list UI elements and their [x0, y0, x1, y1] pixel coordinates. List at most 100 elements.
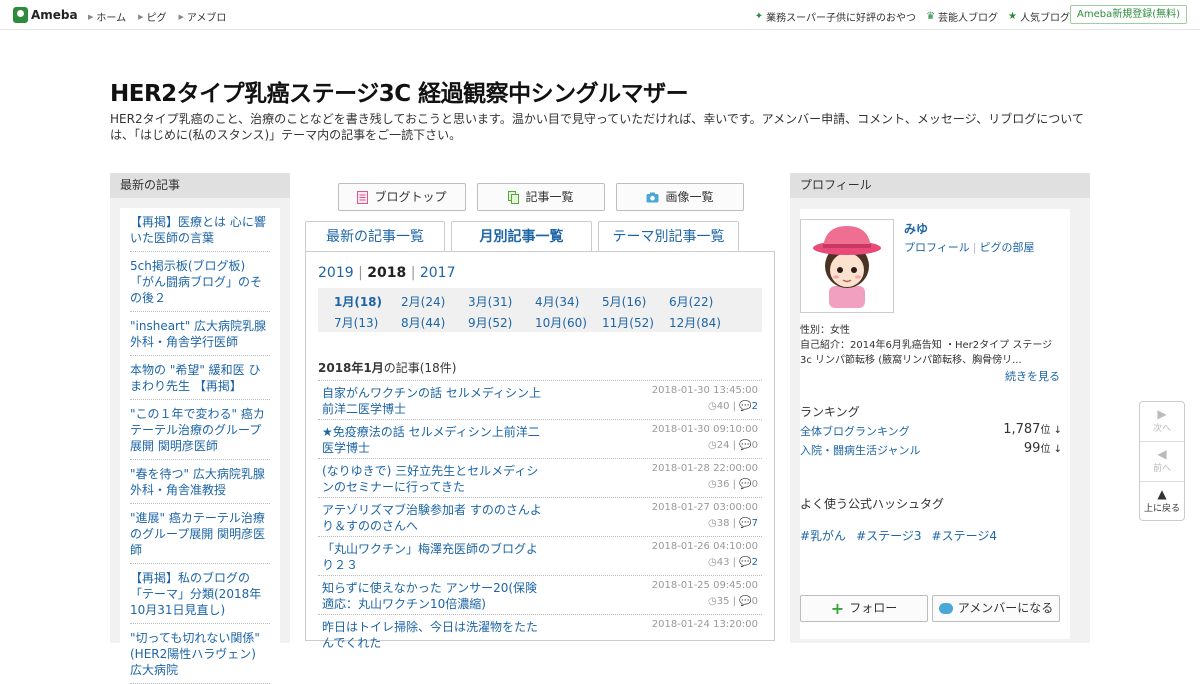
- read-more-link[interactable]: 続きを見る: [1005, 368, 1060, 384]
- top-link-snack[interactable]: ✦ 業務スーパー子供に好評のおやつ: [755, 9, 916, 24]
- year-link[interactable]: 2017: [420, 265, 456, 281]
- month-link[interactable]: 10月(60): [535, 314, 602, 333]
- follow-button[interactable]: + フォロー: [800, 595, 928, 622]
- month-link[interactable]: 11月(52): [602, 314, 669, 333]
- article-row: 昨日はトイレ掃除、今日は洗濯物をたたんでくれた 2018-01-24 13:20…: [318, 614, 762, 653]
- amember-button[interactable]: アメンバーになる: [932, 595, 1060, 622]
- ameba-logo-icon: [13, 7, 28, 23]
- article-list-tabs: 最新の記事一覧 月別記事一覧 テーマ別記事一覧: [305, 221, 739, 253]
- article-title-link[interactable]: 知らずに使えなかった アンサー20(保険適応：丸山ワクチン10倍濃縮): [322, 580, 547, 612]
- avatar[interactable]: [800, 219, 894, 313]
- hashtag-link[interactable]: #乳がん: [800, 527, 846, 544]
- recent-article-link[interactable]: 本物の "希望" 緩和医 ひまわり先生 【再掲】: [130, 356, 270, 400]
- hashtag-link[interactable]: #ステージ3: [856, 527, 921, 544]
- recent-article-link[interactable]: "切っても切れない関係" (HER2陽性ハラヴェン) 広大病院: [130, 624, 270, 684]
- comment-icon: 💬: [739, 440, 752, 451]
- article-title-link[interactable]: 自家がんワクチンの話 セルメディシン上前洋二医学博士: [322, 385, 547, 417]
- profile-sidebar: プロフィール みゆ プロフィール | ピグの部屋 性別：女性 自己紹介：2014…: [790, 173, 1090, 643]
- camera-icon: [646, 192, 659, 202]
- views-icon: ◷: [707, 557, 717, 568]
- nav-pigg[interactable]: ▶ ピグ: [138, 9, 166, 25]
- document-icon: [357, 190, 369, 204]
- recent-article-link[interactable]: 【再掲】医療とは 心に響いた医師の言葉: [130, 208, 270, 252]
- month-link[interactable]: 4月(34): [535, 293, 602, 312]
- ranking-link[interactable]: 全体ブログランキング: [800, 425, 910, 438]
- month-link[interactable]: 8月(44): [401, 314, 468, 333]
- recent-article-link[interactable]: 5ch掲示板(ブログ板) 「がん闘病ブログ」のその後２: [130, 252, 270, 312]
- back-to-top-button[interactable]: ▲ 上に戻る: [1140, 482, 1184, 522]
- ranking-value: 1,787位 ↓: [1003, 422, 1062, 437]
- profile-link[interactable]: プロフィール: [904, 241, 970, 254]
- tab-theme-articles[interactable]: テーマ別記事一覧: [598, 221, 739, 252]
- next-button[interactable]: ▶ 次へ: [1140, 402, 1184, 442]
- nav-ameblo[interactable]: ▶ アメブロ: [178, 9, 226, 25]
- article-row: ★免疫療法の話 セルメディシン上前洋二医学博士 2018-01-30 09:10…: [318, 419, 762, 458]
- month-link[interactable]: 9月(52): [468, 314, 535, 333]
- comment-count[interactable]: 7: [752, 518, 758, 529]
- triangle-right-icon: ▶: [88, 12, 94, 21]
- ranking-link[interactable]: 入院・闘病生活ジャンル: [800, 444, 920, 457]
- month-link[interactable]: 3月(31): [468, 293, 535, 312]
- views-icon: ◷: [707, 401, 717, 412]
- recent-articles-sidebar: 最新の記事 【再掲】医療とは 心に響いた医師の言葉 5ch掲示板(ブログ板) 「…: [110, 173, 290, 684]
- blog-title[interactable]: HER2タイプ乳癌ステージ3C 経過観察中シングルマザー: [110, 74, 689, 108]
- month-heading: 2018年1月の記事(18件): [318, 361, 457, 375]
- month-link[interactable]: 6月(22): [669, 293, 736, 312]
- profile-links: プロフィール | ピグの部屋: [904, 241, 1035, 254]
- ameba-logo[interactable]: Ameba: [13, 7, 78, 23]
- article-meta: ◷38 | 💬7: [707, 518, 758, 529]
- comment-icon: 💬: [739, 557, 752, 568]
- recent-articles-list: 【再掲】医療とは 心に響いた医師の言葉 5ch掲示板(ブログ板) 「がん闘病ブロ…: [120, 208, 280, 684]
- comment-count[interactable]: 2: [752, 401, 758, 412]
- article-title-link[interactable]: アテゾリズマブ治験参加者 すののさんより＆すののさんへ: [322, 502, 547, 534]
- comment-icon: 💬: [739, 401, 752, 412]
- recent-article-link[interactable]: "春を待つ" 広大病院乳腺外科・角舎准教授: [130, 460, 270, 504]
- top-link-popular[interactable]: ★ 人気ブログ: [1008, 9, 1070, 24]
- article-date: 2018-01-30 13:45:00: [651, 385, 758, 396]
- floating-pager: ▶ 次へ ◀ 前へ ▲ 上に戻る: [1139, 401, 1185, 521]
- recent-article-link[interactable]: "insheart" 広大病院乳腺外科・角舎学行医師: [130, 312, 270, 356]
- pigg-room-link[interactable]: ピグの部屋: [980, 241, 1035, 254]
- month-link[interactable]: 5月(16): [602, 293, 669, 312]
- profile-info: 性別：女性 自己紹介：2014年6月乳癌告知 ・Her2タイプ ステージ3c リ…: [800, 323, 1062, 368]
- recent-article-link[interactable]: "進展" 癌カテーテル治療のグループ展開 関明彦医師: [130, 504, 270, 564]
- article-row: (なりゆきで) 三好立先生とセルメディシンのセミナーに行ってきた 2018-01…: [318, 458, 762, 497]
- profile-name[interactable]: みゆ: [904, 220, 928, 237]
- tab-latest-articles[interactable]: 最新の記事一覧: [305, 221, 445, 252]
- article-row: 自家がんワクチンの話 セルメディシン上前洋二医学博士 2018-01-30 13…: [318, 380, 762, 419]
- image-list-button[interactable]: 画像一覧: [616, 183, 744, 211]
- prev-button[interactable]: ◀ 前へ: [1140, 442, 1184, 482]
- blog-description: HER2タイプ乳癌のこと、治療のことなどを書き残しておこうと思います。温かい目で…: [110, 112, 1084, 142]
- recent-article-link[interactable]: 【再掲】私のブログの「テーマ」分類(2018年10月31日見直し): [130, 564, 270, 624]
- article-list-button[interactable]: 記事一覧: [477, 183, 605, 211]
- recent-articles-heading: 最新の記事: [110, 173, 290, 198]
- register-button[interactable]: Ameba新規登録(無料): [1069, 5, 1187, 24]
- hashtag-link[interactable]: #ステージ4: [932, 527, 997, 544]
- article-title-link[interactable]: (なりゆきで) 三好立先生とセルメディシンのセミナーに行ってきた: [322, 463, 547, 495]
- triangle-right-icon: ▶: [178, 12, 184, 21]
- comment-count[interactable]: 2: [752, 557, 758, 568]
- comment-count: 0: [751, 479, 758, 490]
- plus-icon: +: [830, 599, 845, 618]
- global-nav: ▶ ホーム ▶ ピグ ▶ アメブロ: [88, 9, 226, 25]
- article-title-link[interactable]: 昨日はトイレ掃除、今日は洗濯物をたたんでくれた: [322, 619, 547, 651]
- profile-action-buttons: + フォロー アメンバーになる: [800, 595, 1060, 622]
- month-link[interactable]: 12月(84): [669, 314, 736, 333]
- month-link[interactable]: 7月(13): [334, 314, 401, 333]
- month-link[interactable]: 2月(24): [401, 293, 468, 312]
- tab-monthly-articles[interactable]: 月別記事一覧: [451, 221, 592, 253]
- month-link-selected[interactable]: 1月(18): [334, 293, 401, 312]
- triangle-up-icon: ▲: [1157, 487, 1167, 501]
- article-row: アテゾリズマブ治験参加者 すののさんより＆すののさんへ 2018-01-27 0…: [318, 497, 762, 536]
- article-date: 2018-01-28 22:00:00: [651, 463, 758, 474]
- top-link-celebrity[interactable]: ♛ 芸能人ブログ: [926, 9, 998, 24]
- recent-article-link[interactable]: "この１年で変わる" 癌カテーテル治療のグループ展開 関明彦医師: [130, 400, 270, 460]
- blog-top-button[interactable]: ブログトップ: [338, 183, 466, 211]
- nav-home[interactable]: ▶ ホーム: [88, 9, 126, 25]
- profile-heading: プロフィール: [790, 173, 1090, 198]
- year-link[interactable]: 2019: [318, 265, 354, 281]
- article-date: 2018-01-27 03:00:00: [651, 502, 758, 513]
- article-title-link[interactable]: ★免疫療法の話 セルメディシン上前洋二医学博士: [322, 424, 547, 456]
- ranking-heading: ランキング: [800, 405, 860, 419]
- article-title-link[interactable]: 「丸山ワクチン」梅澤充医師のブログより２３: [322, 541, 547, 573]
